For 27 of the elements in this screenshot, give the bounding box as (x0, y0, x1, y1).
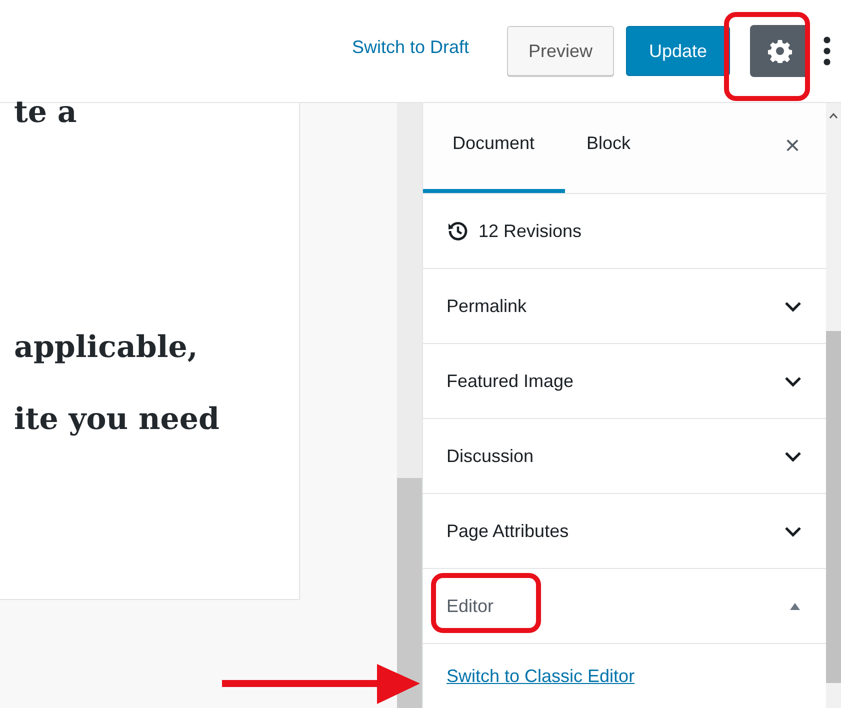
sidebar-tab[interactable]: Document (422, 103, 564, 193)
heading-text: applicable, (14, 329, 198, 367)
close-button[interactable]: × (758, 103, 826, 193)
collapse-icon[interactable] (788, 601, 802, 611)
chevron-down-icon[interactable] (784, 300, 802, 312)
switch-to-classic-editor-link[interactable]: Switch to Classic Editor (446, 666, 635, 686)
history-icon (446, 220, 468, 242)
switch-to-draft-link[interactable]: Switch to Draft (352, 36, 469, 58)
panel-title[interactable]: Permalink (446, 296, 527, 316)
panel-title[interactable]: Editor (446, 596, 494, 616)
scrollbar[interactable] (396, 103, 422, 708)
panel-title[interactable]: Featured Image (446, 370, 574, 392)
chevron-down-icon[interactable] (784, 376, 802, 386)
update-button[interactable]: Update (626, 26, 730, 76)
heading-text: ite you need (14, 401, 220, 439)
settings-icon (768, 39, 792, 63)
scroll-up-icon[interactable] (829, 113, 838, 119)
preview-button[interactable]: Preview (507, 26, 614, 76)
more-options-icon[interactable] (823, 36, 831, 66)
sidebar-tab[interactable]: Block (564, 103, 653, 193)
panel-title[interactable]: Page Attributes (446, 520, 569, 542)
heading-text: te a (14, 95, 77, 132)
scrollbar[interactable] (826, 103, 841, 708)
chevron-down-icon[interactable] (784, 526, 802, 536)
revisions-text[interactable]: 12 Revisions (478, 220, 582, 242)
chevron-down-icon[interactable] (784, 450, 802, 462)
panel-title[interactable]: Discussion (446, 446, 534, 466)
